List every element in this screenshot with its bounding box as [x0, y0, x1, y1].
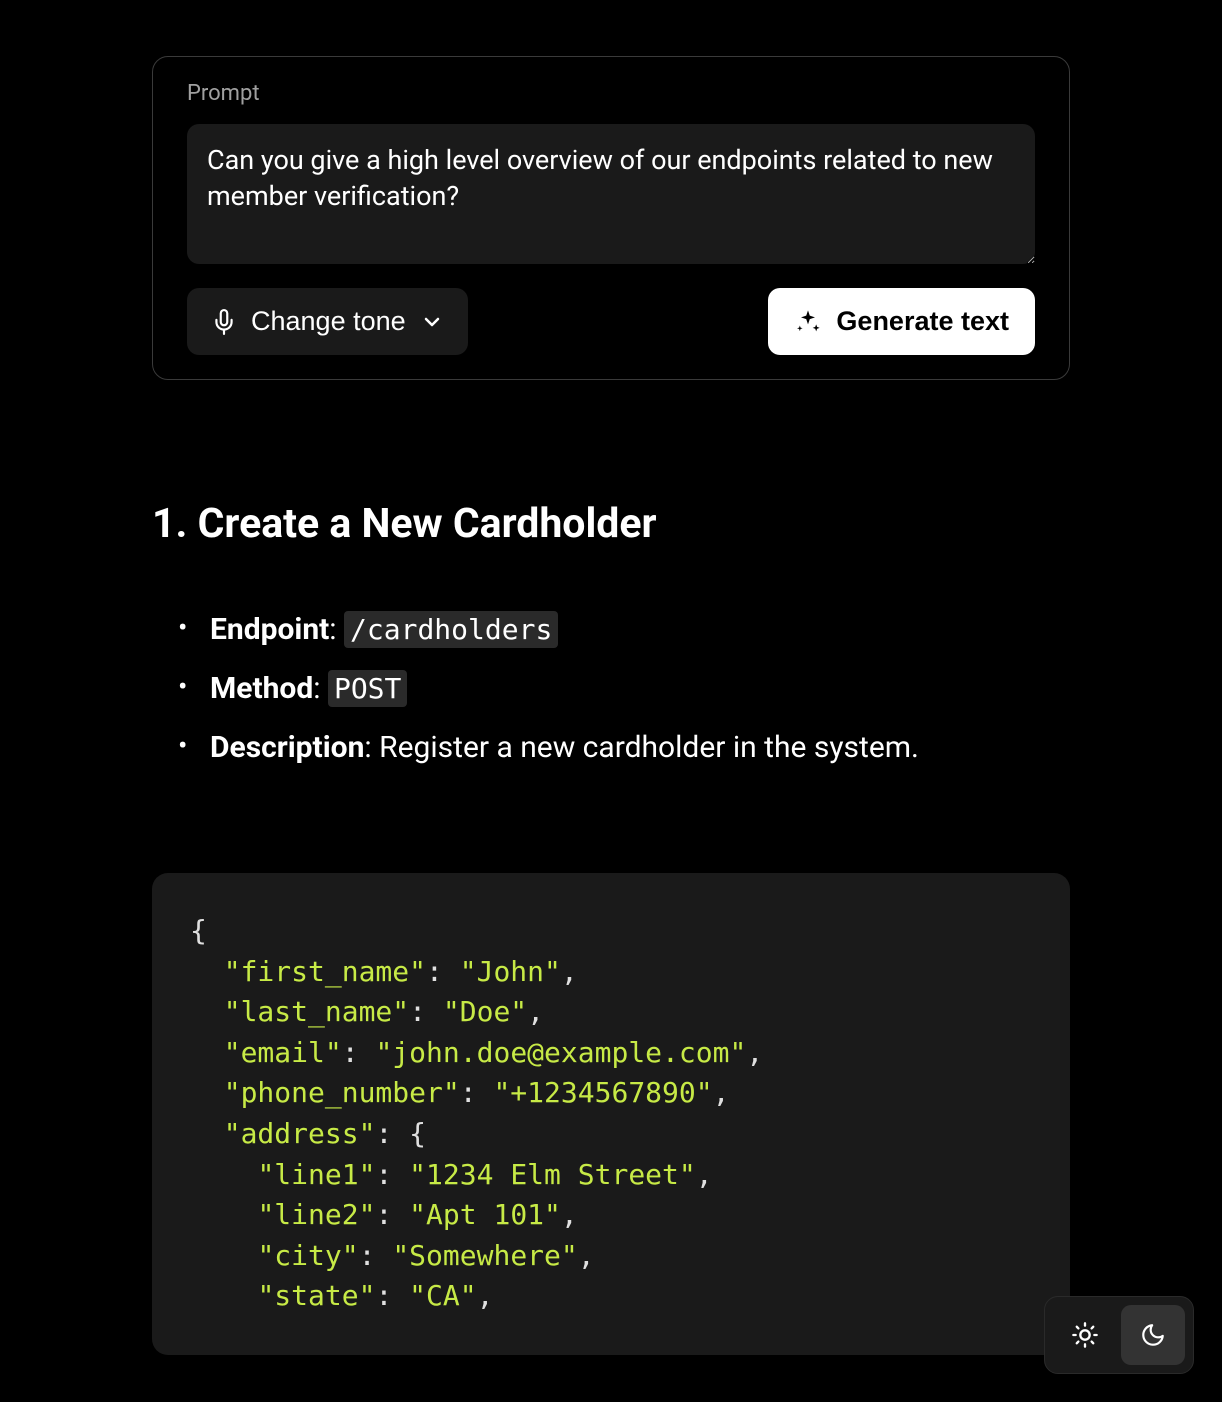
dark-mode-button[interactable] — [1121, 1305, 1185, 1365]
item-code: POST — [328, 670, 407, 707]
change-tone-label: Change tone — [251, 306, 406, 337]
button-row: Change tone Generate text — [187, 288, 1035, 355]
list-item: Endpoint: /cardholders — [210, 604, 1070, 655]
section-heading: 1. Create a New Cardholder — [152, 500, 1070, 548]
sparkle-icon — [794, 308, 822, 336]
item-code: /cardholders — [344, 611, 558, 648]
prompt-textarea[interactable]: Can you give a high level overview of ou… — [187, 124, 1035, 264]
endpoint-details-list: Endpoint: /cardholders Method: POST Desc… — [152, 604, 1070, 773]
generate-text-label: Generate text — [836, 306, 1009, 337]
code-block: { "first_name": "John", "last_name": "Do… — [152, 873, 1070, 1355]
item-text: Register a new cardholder in the system. — [379, 730, 919, 765]
prompt-label: Prompt — [187, 81, 1035, 106]
item-label: Method — [210, 671, 313, 706]
item-sep: : — [313, 671, 328, 706]
item-label: Description — [210, 730, 364, 765]
item-sep: : — [329, 612, 344, 647]
prompt-card: Prompt Can you give a high level overvie… — [152, 56, 1070, 380]
generate-text-button[interactable]: Generate text — [768, 288, 1035, 355]
sun-icon — [1071, 1321, 1099, 1349]
mic-icon — [211, 309, 237, 335]
list-item: Method: POST — [210, 663, 1070, 714]
list-item: Description: Register a new cardholder i… — [210, 722, 1070, 773]
change-tone-button[interactable]: Change tone — [187, 288, 468, 355]
moon-icon — [1140, 1322, 1166, 1348]
theme-toggle — [1044, 1296, 1194, 1374]
item-sep: : — [364, 730, 379, 765]
chevron-down-icon — [420, 310, 444, 334]
item-label: Endpoint — [210, 612, 329, 647]
light-mode-button[interactable] — [1053, 1305, 1117, 1365]
